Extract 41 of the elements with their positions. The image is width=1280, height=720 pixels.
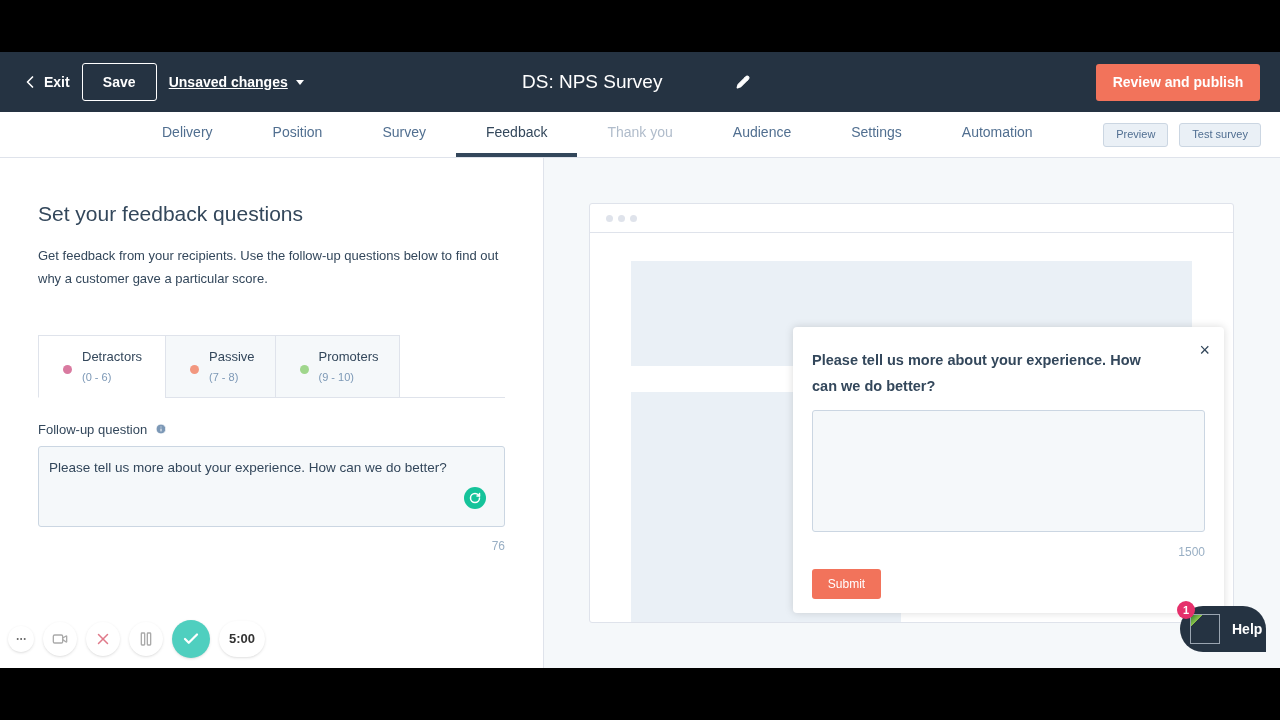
- answer-box[interactable]: [812, 410, 1205, 532]
- grammar-icon[interactable]: [464, 487, 486, 509]
- nav-tab[interactable]: Audience: [702, 112, 822, 157]
- field-value: Please tell us more about your experience. How can we do better?: [49, 459, 448, 477]
- nav-tab[interactable]: Automation: [931, 112, 1063, 157]
- nav-tab[interactable]: Settings: [821, 112, 932, 157]
- tab-range: (7 - 8): [209, 369, 239, 385]
- review-publish-button[interactable]: Review and publish: [1096, 63, 1260, 101]
- edit-icon[interactable]: [736, 75, 750, 89]
- tab-label: Promoters: [318, 348, 379, 366]
- nav-button[interactable]: Preview: [1103, 122, 1169, 147]
- char-count: 1500: [1178, 544, 1205, 561]
- panel-heading: Set your feedback questions: [38, 201, 304, 227]
- question-field[interactable]: Please tell us more about your experience. How can we do better?: [38, 446, 505, 527]
- nav-tab[interactable]: Position: [242, 112, 353, 157]
- window-dots-icon: [606, 214, 637, 222]
- nav-tab[interactable]: Survey: [352, 112, 456, 157]
- survey-title: DS: NPS Survey: [522, 69, 663, 94]
- char-count: 76: [491, 538, 505, 555]
- score-tab[interactable]: Passive (7 - 8): [165, 334, 276, 398]
- nav-tab[interactable]: Delivery: [132, 112, 243, 157]
- field-label: Follow-up question: [38, 420, 148, 439]
- score-tab[interactable]: Detractors (0 - 6): [38, 334, 166, 398]
- nav-button[interactable]: Test survey: [1179, 122, 1261, 147]
- exit-button[interactable]: Exit: [20, 71, 70, 93]
- caret-icon: [295, 79, 304, 85]
- close-button[interactable]: ×: [1199, 337, 1210, 364]
- tab-label: Detractors: [82, 348, 142, 366]
- popup-question: Please tell us more about your experience. How can we do better?: [812, 351, 1142, 396]
- info-icon[interactable]: [155, 423, 168, 436]
- score-tab[interactable]: Promoters (9 - 10): [274, 334, 400, 398]
- tab-label: Passive: [209, 348, 255, 366]
- submit-button[interactable]: Submit: [812, 569, 881, 599]
- unsaved-changes-dropdown[interactable]: Unsaved changes: [168, 71, 304, 93]
- broken-image-icon: [1190, 614, 1220, 644]
- save-button[interactable]: Save: [81, 63, 157, 101]
- camera-icon: [52, 631, 68, 647]
- panel-description: Get feedback from your recipients. Use the follow-up questions below to find out why a customer gave a particular score.: [38, 246, 500, 288]
- pause-icon: [138, 631, 154, 647]
- tab-range: (9 - 10): [318, 369, 354, 385]
- tab-range: (0 - 6): [82, 369, 112, 385]
